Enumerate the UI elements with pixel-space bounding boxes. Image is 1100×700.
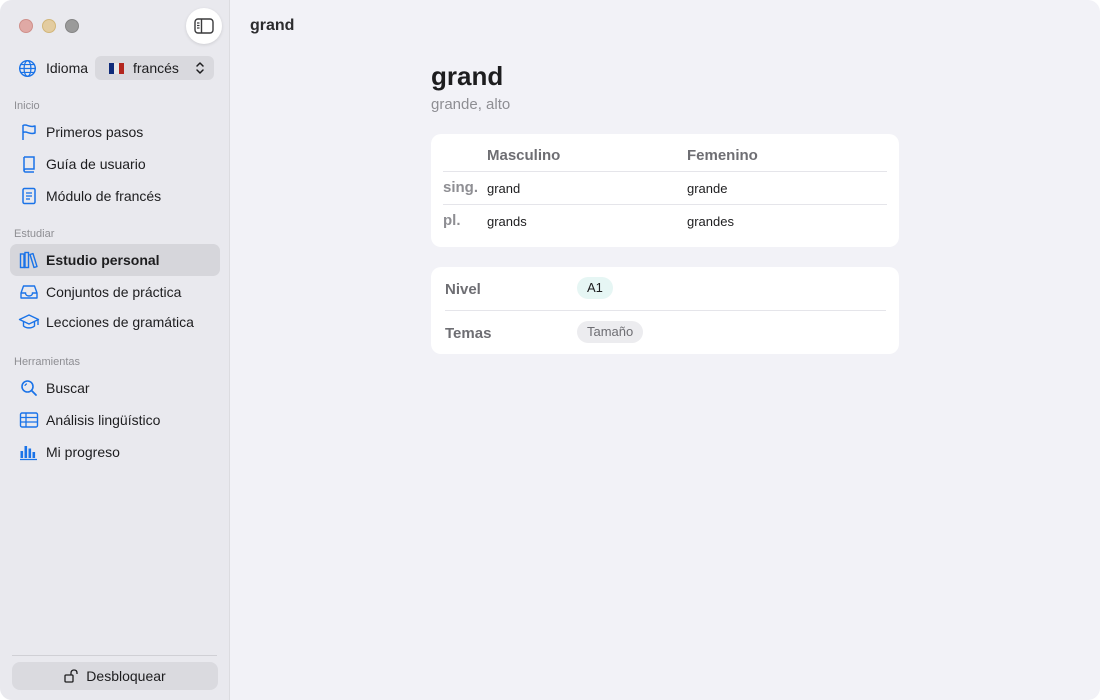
window-title: grand (250, 17, 295, 34)
feminine-singular-form: grande (687, 181, 728, 196)
bar-chart-icon (20, 446, 37, 461)
french-flag-icon (109, 62, 124, 74)
table-row: sing. grand grande (443, 172, 887, 205)
chevron-up-down-icon (196, 62, 204, 74)
level-badge: A1 (577, 277, 613, 299)
forms-table: Masculino Femenino sing. grand grande pl… (431, 134, 899, 247)
search-icon (21, 380, 37, 396)
sidebar-item-label: Primeros pasos (46, 124, 144, 140)
level-label: Nivel (445, 281, 481, 298)
main-content: grand grand grande, alto Masculino Femen… (230, 0, 1100, 700)
unlock-label: Desbloquear (86, 668, 166, 684)
tray-icon (20, 285, 38, 299)
table-icon (19, 412, 39, 428)
app-window: Idioma francés Inicio Primeros pasos Guí… (0, 0, 1100, 700)
forms-table-header: Masculino Femenino (443, 134, 887, 172)
word-meta-card: Nivel A1 Temas Tamaño (431, 267, 899, 354)
flag-icon (22, 124, 36, 140)
document-icon (22, 187, 36, 205)
level-row: Nivel A1 (445, 267, 886, 311)
topics-label: Temas (445, 325, 492, 342)
section-title-estudiar: Estudiar (14, 228, 55, 240)
row-label-plural: pl. (443, 212, 461, 229)
table-row: pl. grands grandes (443, 205, 887, 237)
unlock-button[interactable]: Desbloquear (12, 662, 218, 690)
toggle-sidebar-button[interactable] (186, 8, 222, 44)
word-heading: grand (431, 61, 504, 91)
sidebar-item-buscar[interactable]: Buscar (10, 372, 220, 404)
sidebar-item-analisis-linguistico[interactable]: Análisis lingüístico (10, 404, 220, 436)
topic-tag[interactable]: Tamaño (577, 321, 644, 343)
language-value: francés (133, 60, 179, 76)
section-title-inicio: Inicio (14, 100, 40, 112)
minimize-window-button[interactable] (42, 19, 56, 33)
sidebar-item-conjuntos-de-practica[interactable]: Conjuntos de práctica (10, 276, 220, 308)
row-label-singular: sing. (443, 179, 479, 196)
sidebar-item-label: Lecciones de gramática (46, 314, 194, 330)
graduation-cap-icon (18, 314, 40, 329)
close-window-button[interactable] (19, 19, 33, 33)
sidebar-item-label: Buscar (46, 380, 90, 396)
column-header-feminine: Femenino (687, 147, 758, 164)
topics-row: Temas Tamaño (445, 311, 886, 354)
word-detail: grand grande, alto Masculino Femenino si… (431, 60, 899, 354)
sidebar-toggle-icon (194, 18, 214, 34)
language-label: Idioma (46, 60, 89, 76)
language-row: Idioma francés (18, 56, 214, 80)
window-controls (19, 19, 79, 33)
sidebar-item-label: Estudio personal (46, 252, 160, 268)
sidebar-item-lecciones-de-gramatica[interactable]: Lecciones de gramática (10, 306, 220, 338)
books-icon (19, 251, 38, 269)
unlock-icon (64, 669, 78, 683)
zoom-window-button[interactable] (65, 19, 79, 33)
masculine-singular-form: grand (487, 181, 521, 196)
language-select[interactable]: francés (95, 56, 214, 80)
sidebar-item-guia-de-usuario[interactable]: Guía de usuario (10, 148, 220, 180)
column-header-masculine: Masculino (487, 147, 561, 164)
sidebar: Idioma francés Inicio Primeros pasos Guí… (0, 0, 230, 700)
sidebar-divider (12, 655, 217, 656)
sidebar-item-label: Conjuntos de práctica (46, 284, 182, 300)
masculine-plural-form: grands (487, 214, 527, 229)
globe-icon (18, 59, 37, 77)
sidebar-item-estudio-personal[interactable]: Estudio personal (10, 244, 220, 276)
word-translation: grande, alto (431, 96, 511, 113)
book-icon (23, 156, 35, 173)
sidebar-item-primeros-pasos[interactable]: Primeros pasos (10, 116, 220, 148)
sidebar-item-label: Mi progreso (46, 444, 120, 460)
feminine-plural-form: grandes (687, 214, 734, 229)
sidebar-item-mi-progreso[interactable]: Mi progreso (10, 436, 220, 468)
sidebar-item-label: Guía de usuario (46, 156, 146, 172)
sidebar-item-label: Módulo de francés (46, 188, 162, 204)
sidebar-item-modulo-de-frances[interactable]: Módulo de francés (10, 180, 220, 212)
section-title-herramientas: Herramientas (14, 356, 81, 368)
sidebar-item-label: Análisis lingüístico (46, 412, 161, 428)
